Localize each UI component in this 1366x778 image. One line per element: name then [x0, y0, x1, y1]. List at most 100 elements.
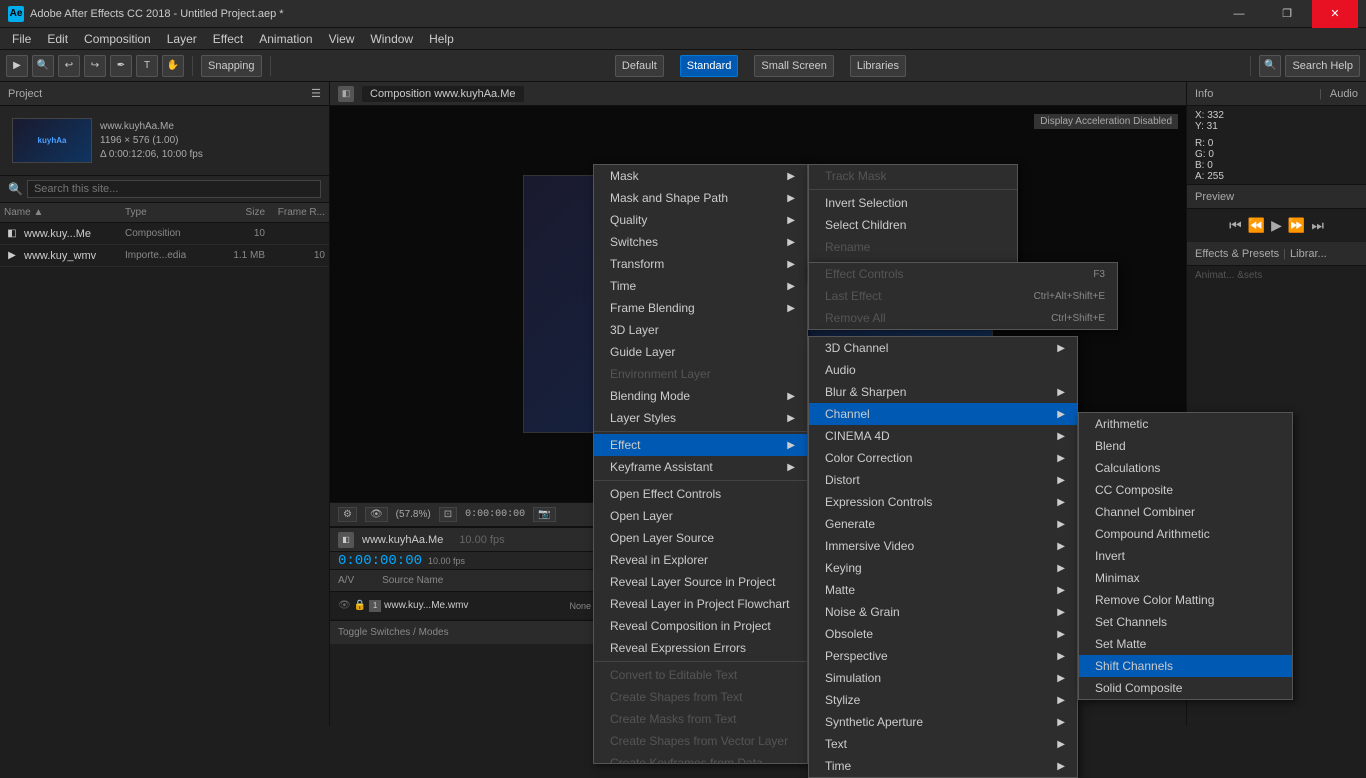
menu-transform[interactable]: Transform▶: [594, 253, 807, 275]
channel-shift-channels[interactable]: Shift Channels: [1079, 655, 1292, 677]
workspace-small-screen[interactable]: Small Screen: [754, 55, 833, 77]
tool-hand[interactable]: ✋: [162, 55, 184, 77]
menu-reveal-expression-errors[interactable]: Reveal Expression Errors: [594, 637, 807, 659]
track-lock-icon[interactable]: 🔒: [354, 600, 366, 611]
effect-matte[interactable]: Matte▶: [809, 579, 1077, 601]
tool-select[interactable]: ▶: [6, 55, 28, 77]
channel-invert[interactable]: Invert: [1079, 545, 1292, 567]
track-eye-icon[interactable]: 👁: [338, 600, 351, 611]
channel-arithmetic[interactable]: Arithmetic: [1079, 413, 1292, 435]
menu-animation[interactable]: Animation: [251, 28, 320, 50]
effect-channel[interactable]: Channel▶: [809, 403, 1077, 425]
menu-keyframe-assistant[interactable]: Keyframe Assistant▶: [594, 456, 807, 478]
effect-simulation[interactable]: Simulation▶: [809, 667, 1077, 689]
channel-cc-composite[interactable]: CC Composite: [1079, 479, 1292, 501]
menu-mask-shape-path[interactable]: Mask and Shape Path▶: [594, 187, 807, 209]
search-button[interactable]: 🔍: [1259, 55, 1281, 77]
preview-prev-btn[interactable]: ⏪: [1248, 217, 1265, 234]
menu-help[interactable]: Help: [421, 28, 462, 50]
channel-set-matte[interactable]: Set Matte: [1079, 633, 1292, 655]
submenu-invert-selection[interactable]: Invert Selection: [809, 192, 1017, 214]
channel-set-channels[interactable]: Set Channels: [1079, 611, 1292, 633]
effect-cinema4d[interactable]: CINEMA 4D▶: [809, 425, 1077, 447]
menu-layer-styles[interactable]: Layer Styles▶: [594, 407, 807, 429]
channel-compound-arithmetic[interactable]: Compound Arithmetic: [1079, 523, 1292, 545]
menu-reveal-explorer[interactable]: Reveal in Explorer: [594, 549, 807, 571]
comp-preview-btn[interactable]: 👁: [365, 507, 388, 522]
menu-open-effect-controls[interactable]: Open Effect Controls: [594, 483, 807, 505]
menu-edit[interactable]: Edit: [39, 28, 76, 50]
effect-expression-controls[interactable]: Expression Controls▶: [809, 491, 1077, 513]
menu-window[interactable]: Window: [362, 28, 421, 50]
effect-noise-grain[interactable]: Noise & Grain▶: [809, 601, 1077, 623]
close-button[interactable]: ✕: [1312, 0, 1358, 28]
menu-open-layer-source[interactable]: Open Layer Source: [594, 527, 807, 549]
tool-text[interactable]: T: [136, 55, 158, 77]
effect-3d-channel[interactable]: 3D Channel▶: [809, 337, 1077, 359]
channel-calculations[interactable]: Calculations: [1079, 457, 1292, 479]
project-search-input[interactable]: [27, 180, 321, 198]
menu-effect[interactable]: Effect: [205, 28, 251, 50]
tool-search[interactable]: 🔍: [32, 55, 54, 77]
menu-reveal-composition[interactable]: Reveal Composition in Project: [594, 615, 807, 637]
menu-blending-mode[interactable]: Blending Mode▶: [594, 385, 807, 407]
menu-guide-layer[interactable]: Guide Layer: [594, 341, 807, 363]
effect-audio[interactable]: Audio: [809, 359, 1077, 381]
tool-pen[interactable]: ✒: [110, 55, 132, 77]
effect-text[interactable]: Text▶: [809, 733, 1077, 755]
menu-file[interactable]: File: [4, 28, 39, 50]
channel-combiner[interactable]: Channel Combiner: [1079, 501, 1292, 523]
effect-synthetic-aperture[interactable]: Synthetic Aperture▶: [809, 711, 1077, 733]
maximize-button[interactable]: ❐: [1264, 0, 1310, 28]
preview-forward-btn[interactable]: ⏭: [1311, 217, 1324, 234]
menu-switches[interactable]: Switches▶: [594, 231, 807, 253]
effect-blur-sharpen[interactable]: Blur & Sharpen▶: [809, 381, 1077, 403]
submenu-select-children[interactable]: Select Children: [809, 214, 1017, 236]
menu-composition[interactable]: Composition: [76, 28, 159, 50]
workspace-default[interactable]: Default: [615, 55, 664, 77]
menu-frame-blending[interactable]: Frame Blending▶: [594, 297, 807, 319]
menu-layer[interactable]: Layer: [159, 28, 205, 50]
workspace-libraries[interactable]: Libraries: [850, 55, 906, 77]
preview-rewind-btn[interactable]: ⏮: [1229, 217, 1242, 234]
workspace-standard[interactable]: Standard: [680, 55, 739, 77]
menu-reveal-layer-flowchart[interactable]: Reveal Layer in Project Flowchart: [594, 593, 807, 615]
channel-blend[interactable]: Blend: [1079, 435, 1292, 457]
minimize-button[interactable]: —: [1216, 0, 1262, 28]
menu-view[interactable]: View: [321, 28, 363, 50]
menu-3d-layer[interactable]: 3D Layer: [594, 319, 807, 341]
effect-immersive-video[interactable]: Immersive Video▶: [809, 535, 1077, 557]
preview-next-btn[interactable]: ⏩: [1288, 217, 1305, 234]
file-row-composition[interactable]: ◧ www.kuy...Me Composition 10: [0, 223, 329, 245]
tool-redo[interactable]: ↪: [84, 55, 106, 77]
channel-solid-composite[interactable]: Solid Composite: [1079, 677, 1292, 699]
menu-mask[interactable]: Mask▶: [594, 165, 807, 187]
menu-open-layer[interactable]: Open Layer: [594, 505, 807, 527]
effect-perspective[interactable]: Perspective▶: [809, 645, 1077, 667]
comp-settings-btn[interactable]: ⚙: [338, 507, 357, 522]
tool-undo[interactable]: ↩: [58, 55, 80, 77]
menu-time[interactable]: Time▶: [594, 275, 807, 297]
audio-title[interactable]: Audio: [1330, 88, 1358, 100]
effect-obsolete[interactable]: Obsolete▶: [809, 623, 1077, 645]
search-help[interactable]: Search Help: [1285, 55, 1360, 77]
snapping-toggle[interactable]: Snapping: [201, 55, 262, 77]
channel-minimax[interactable]: Minimax: [1079, 567, 1292, 589]
channel-remove-color-matting[interactable]: Remove Color Matting: [1079, 589, 1292, 611]
file-row-media[interactable]: ▶ www.kuy_wmv Importe...edia 1.1 MB 10: [0, 245, 329, 267]
composition-tab[interactable]: Composition www.kuyhAa.Me: [362, 86, 524, 102]
effect-color-correction[interactable]: Color Correction▶: [809, 447, 1077, 469]
menu-quality[interactable]: Quality▶: [594, 209, 807, 231]
effect-distort[interactable]: Distort▶: [809, 469, 1077, 491]
effect-keying[interactable]: Keying▶: [809, 557, 1077, 579]
effect-stylize[interactable]: Stylize▶: [809, 689, 1077, 711]
comp-fit-btn[interactable]: ⊡: [439, 507, 457, 522]
effect-generate[interactable]: Generate▶: [809, 513, 1077, 535]
comp-snapshot-btn[interactable]: 📷: [533, 507, 555, 522]
effect-time[interactable]: Time▶: [809, 755, 1077, 777]
preview-play-btn[interactable]: ▶: [1271, 217, 1282, 234]
libraries-title[interactable]: Librar...: [1290, 248, 1327, 260]
menu-effect[interactable]: Effect▶: [594, 434, 807, 456]
menu-reveal-layer-source[interactable]: Reveal Layer Source in Project: [594, 571, 807, 593]
panel-menu-icon[interactable]: ☰: [311, 87, 321, 100]
